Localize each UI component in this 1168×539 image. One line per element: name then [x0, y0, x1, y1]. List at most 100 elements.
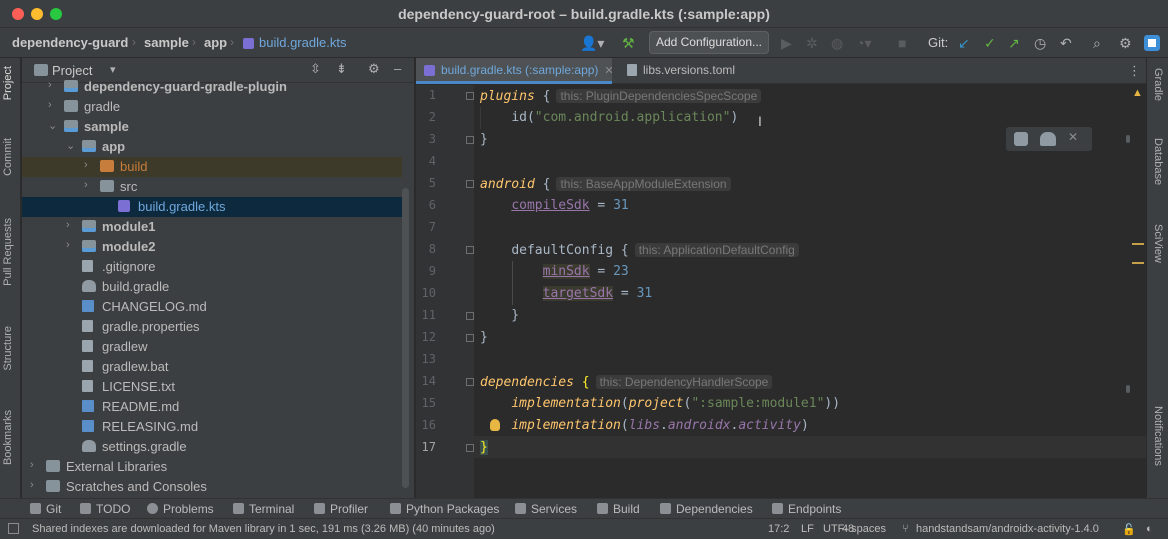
tree-item[interactable]: › module1 — [22, 217, 402, 237]
python-packages-tool-button[interactable]: Python Packages — [390, 502, 499, 516]
project-tool-tab[interactable]: Project — [2, 66, 14, 100]
tab-libs-versions-toml[interactable]: libs.versions.toml — [616, 58, 786, 84]
code-editor[interactable]: 1 2 3 4 5 6 7 8 9 10 11 12 13 14 15 16 17 plugins {this:… — [416, 85, 1146, 498]
breadcrumb-project[interactable]: dependency-guard — [12, 35, 128, 50]
tree-item[interactable]: LICENSE.txt — [22, 377, 402, 397]
tree-item[interactable]: gradle.properties — [22, 317, 402, 337]
gradle-tool-tab[interactable]: Gradle — [1152, 68, 1164, 101]
history-icon[interactable]: ◷ — [1034, 35, 1046, 52]
toggle-tool-windows-icon[interactable] — [8, 523, 19, 534]
tree-item[interactable]: › gradle — [22, 97, 402, 117]
services-tool-button[interactable]: Services — [515, 502, 577, 516]
warning-stripe[interactable] — [1132, 243, 1144, 245]
tab-options-icon[interactable]: ⋮ — [1128, 63, 1141, 79]
tree-item[interactable]: build.gradle.kts — [22, 197, 402, 217]
chevron-right-icon[interactable]: › — [30, 479, 34, 491]
problems-tool-button[interactable]: Problems — [147, 502, 214, 516]
hide-panel-icon[interactable]: – — [394, 61, 401, 76]
rollback-icon[interactable]: ↶ — [1060, 35, 1072, 52]
dependencies-tool-button[interactable]: Dependencies — [660, 502, 753, 516]
lock-icon[interactable]: 🔓 — [1122, 523, 1136, 536]
chevron-down-icon[interactable]: ⌄ — [66, 139, 75, 152]
stop-icon[interactable]: ■ — [898, 35, 906, 51]
tree-item[interactable]: CHANGELOG.md — [22, 297, 402, 317]
chevron-right-icon[interactable]: › — [48, 79, 52, 91]
tree-item[interactable]: › build — [22, 157, 402, 177]
fold-marker[interactable] — [466, 136, 474, 144]
git-commit-icon[interactable]: ✓ — [984, 35, 996, 52]
bookmarks-tool-tab[interactable]: Bookmarks — [2, 410, 14, 465]
tree-item[interactable]: › External Libraries — [22, 457, 402, 477]
run-icon[interactable]: ▶ — [781, 35, 792, 52]
profile-icon[interactable]: ◍ — [831, 35, 843, 52]
profiler-tool-button[interactable]: Profiler — [314, 502, 368, 516]
tree-item[interactable]: gradlew.bat — [22, 357, 402, 377]
user-icon[interactable]: 👤▾ — [580, 35, 604, 52]
search-icon[interactable]: ⌕ — [1093, 35, 1101, 52]
pull-requests-tool-tab[interactable]: Pull Requests — [2, 218, 14, 286]
coverage-icon[interactable]: ◔▾ — [856, 35, 871, 52]
breadcrumb-app[interactable]: app — [204, 35, 227, 50]
terminal-tool-button[interactable]: Terminal — [233, 502, 294, 516]
structure-tool-tab[interactable]: Structure — [2, 326, 14, 371]
project-scrollbar[interactable] — [402, 188, 409, 488]
warning-icon[interactable]: ▲ — [1132, 87, 1143, 99]
indent-setting[interactable]: 4 spaces — [842, 523, 886, 535]
tree-item[interactable]: ⌄ app — [22, 137, 402, 157]
breadcrumb-file[interactable]: build.gradle.kts — [259, 35, 346, 50]
notifications-tool-tab[interactable]: Notifications — [1152, 406, 1164, 466]
status-message[interactable]: Shared indexes are downloaded for Maven … — [32, 523, 495, 535]
fold-marker[interactable] — [466, 312, 474, 320]
tree-item[interactable]: RELEASING.md — [22, 417, 402, 437]
tree-item[interactable]: › dependency-guard-gradle-plugin — [22, 77, 402, 97]
line-separator[interactable]: LF — [801, 523, 814, 535]
fold-marker[interactable] — [466, 334, 474, 342]
tree-item[interactable]: .gitignore — [22, 257, 402, 277]
close-tab-icon[interactable]: ✕ — [604, 65, 613, 77]
git-update-icon[interactable]: ↙ — [958, 35, 970, 52]
tree-item[interactable]: › Scratches and Consoles — [22, 477, 402, 497]
gear-icon[interactable]: ⚙ — [368, 61, 380, 77]
add-configuration-button[interactable]: Add Configuration... — [649, 31, 769, 54]
chevron-right-icon[interactable]: › — [84, 159, 88, 171]
settings-icon[interactable]: ⚙ — [1119, 35, 1132, 52]
git-branch[interactable]: handstandsam/androidx-activity-1.4.0 — [916, 523, 1099, 535]
fold-marker[interactable] — [466, 378, 474, 386]
database-tool-tab[interactable]: Database — [1152, 138, 1164, 185]
todo-tool-button[interactable]: TODO — [80, 502, 130, 516]
collapse-all-icon[interactable]: ⇟ — [336, 61, 347, 77]
jetbrains-icon[interactable] — [1144, 35, 1160, 54]
fold-marker[interactable] — [466, 246, 474, 254]
chevron-down-icon[interactable]: ▾ — [110, 63, 116, 76]
gradle-elephant-icon[interactable] — [1040, 132, 1056, 146]
caret-position[interactable]: 17:2 — [768, 523, 789, 535]
chevron-right-icon[interactable]: › — [66, 219, 70, 231]
warning-stripe[interactable] — [1132, 262, 1144, 264]
lightbulb-icon[interactable] — [490, 419, 500, 431]
chevron-right-icon[interactable]: › — [30, 459, 34, 471]
hammer-icon[interactable]: ⚒ — [622, 35, 635, 52]
tree-item[interactable]: › module2 — [22, 237, 402, 257]
tree-item[interactable]: README.md — [22, 397, 402, 417]
tree-item[interactable]: › src — [22, 177, 402, 197]
fold-marker[interactable] — [466, 444, 474, 452]
tab-build-gradle-kts[interactable]: build.gradle.kts (:sample:app) ✕ — [416, 58, 614, 84]
debug-icon[interactable]: ✲ — [806, 35, 818, 52]
fold-marker[interactable] — [466, 180, 474, 188]
chevron-right-icon[interactable]: › — [66, 239, 70, 251]
sciview-tool-tab[interactable]: SciView — [1152, 224, 1164, 263]
tree-item[interactable]: gradlew — [22, 337, 402, 357]
chevron-down-icon[interactable]: ⌄ — [48, 119, 57, 132]
fold-marker[interactable] — [466, 92, 474, 100]
chevron-right-icon[interactable]: › — [48, 99, 52, 111]
load-gradle-changes-icon[interactable] — [1014, 132, 1028, 146]
inspections-icon[interactable]: ◐ — [1146, 523, 1153, 535]
tree-item[interactable]: build.gradle — [22, 277, 402, 297]
chevron-right-icon[interactable]: › — [84, 179, 88, 191]
breadcrumb-sample[interactable]: sample — [144, 35, 189, 50]
commit-tool-tab[interactable]: Commit — [2, 138, 14, 176]
git-push-icon[interactable]: ↗ — [1008, 35, 1020, 52]
tree-item[interactable]: ⌄ sample — [22, 117, 402, 137]
tree-item[interactable]: settings.gradle — [22, 437, 402, 457]
git-tool-button[interactable]: Git — [30, 502, 61, 516]
